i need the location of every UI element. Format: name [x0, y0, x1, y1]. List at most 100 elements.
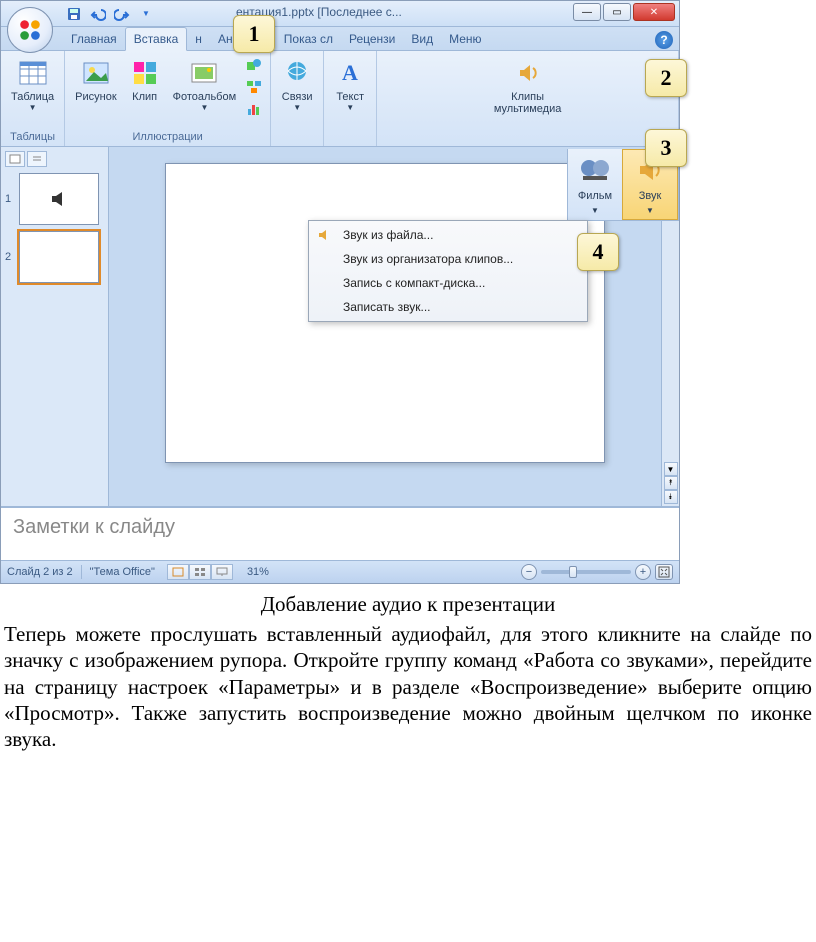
chevron-down-icon: ▼: [591, 206, 599, 215]
fit-to-window-button[interactable]: [655, 564, 673, 580]
clip-icon: [130, 58, 160, 88]
group-text-label: [330, 142, 370, 144]
photoalbum-button[interactable]: Фотоальбом ▼: [169, 55, 241, 114]
picture-button[interactable]: Рисунок: [71, 55, 121, 105]
slides-tab-icon: [9, 154, 21, 164]
group-illustrations-label: Иллюстрации: [71, 130, 264, 144]
status-theme: "Тема Office": [90, 566, 155, 578]
normal-view-icon: [172, 567, 184, 577]
clip-button[interactable]: Клип: [125, 55, 165, 105]
redo-icon: [114, 6, 130, 22]
titlebar: ▼ ентация1.pptx [Последнее с... — ▭ ✕: [1, 1, 679, 27]
slideshow-view-icon: [216, 567, 228, 577]
slide-thumbnails-pane: 1 2: [1, 147, 109, 506]
table-button[interactable]: Таблица ▼: [7, 55, 58, 114]
text-label: Текст: [336, 91, 364, 103]
tab-menu[interactable]: Меню: [441, 28, 489, 50]
zoom-in-button[interactable]: +: [635, 564, 651, 580]
film-button[interactable]: Фильм ▼: [568, 149, 622, 220]
tab-slideshow[interactable]: Показ сл: [276, 28, 341, 50]
zoom-out-button[interactable]: −: [521, 564, 537, 580]
thumb-tab-outline[interactable]: [27, 151, 47, 167]
office-button[interactable]: [7, 7, 53, 53]
callout-4: 4: [577, 233, 619, 271]
photoalbum-icon: [189, 58, 219, 88]
film-icon: [579, 154, 611, 186]
tab-review[interactable]: Рецензи: [341, 28, 403, 50]
dd-record-sound[interactable]: Записать звук...: [309, 295, 587, 319]
chevron-down-icon: ▼: [29, 103, 37, 112]
normal-view-button[interactable]: [167, 564, 189, 580]
save-icon: [66, 6, 82, 22]
tab-view[interactable]: Вид: [403, 28, 441, 50]
film-label: Фильм: [578, 190, 612, 202]
chevron-down-icon: ▼: [646, 206, 654, 215]
sorter-view-button[interactable]: [189, 564, 211, 580]
quick-access-toolbar: ▼: [63, 4, 157, 24]
thumb-2[interactable]: 2: [5, 231, 104, 283]
minimize-button[interactable]: —: [573, 3, 601, 21]
dd-sound-from-file[interactable]: Звук из файла...: [309, 223, 587, 247]
group-tables: Таблица ▼ Таблицы: [1, 51, 65, 146]
chart-button[interactable]: [244, 99, 264, 119]
photoalbum-label: Фотоальбом: [173, 91, 237, 103]
mediaclips-button[interactable]: Клипы мультимедиа: [490, 55, 566, 117]
callout-1: 1: [233, 15, 275, 53]
tab-hidden[interactable]: н: [187, 28, 210, 50]
thumb-tab-slides[interactable]: [5, 151, 25, 167]
smartart-icon: [246, 79, 262, 95]
tab-home[interactable]: Главная: [63, 28, 125, 50]
notes-pane[interactable]: Заметки к слайду: [1, 507, 679, 561]
fit-icon: [658, 566, 670, 578]
powerpoint-window: ▼ ентация1.pptx [Последнее с... — ▭ ✕ Гл…: [0, 0, 680, 584]
group-media: Клипы мультимедиа: [377, 51, 679, 146]
scroll-down-button[interactable]: ▼: [664, 462, 678, 476]
dd-sound-from-organizer[interactable]: Звук из организатора клипов...: [309, 247, 587, 271]
table-icon: [18, 58, 48, 88]
sound-label: Звук: [639, 190, 662, 202]
shapes-button[interactable]: [244, 55, 264, 75]
close-button[interactable]: ✕: [633, 3, 675, 21]
next-slide-button[interactable]: ⯯: [664, 490, 678, 504]
dd-record-from-cd[interactable]: Запись с компакт-диска...: [309, 271, 587, 295]
zoom-slider-thumb[interactable]: [569, 566, 577, 578]
group-links-label: [277, 142, 317, 144]
thumb-num: 1: [5, 193, 15, 205]
chevron-down-icon: ▼: [346, 103, 354, 112]
notes-placeholder: Заметки к слайду: [13, 516, 175, 538]
links-icon: [282, 58, 312, 88]
dd-item-label: Звук из файла...: [343, 228, 433, 242]
figure-caption: Добавление аудио к презентации: [0, 592, 816, 617]
group-illustrations: Рисунок Клип Фотоальбом ▼: [65, 51, 271, 146]
redo-button[interactable]: [111, 4, 133, 24]
status-slide: Слайд 2 из 2: [7, 566, 73, 578]
slideshow-view-button[interactable]: [211, 564, 233, 580]
smartart-button[interactable]: [244, 77, 264, 97]
status-bar: Слайд 2 из 2 "Тема Office" 31% − +: [1, 561, 679, 583]
help-button[interactable]: ?: [655, 31, 673, 49]
group-media-label: [383, 142, 672, 144]
picture-label: Рисунок: [75, 91, 117, 103]
group-links: Связи ▼: [271, 51, 324, 146]
maximize-button[interactable]: ▭: [603, 3, 631, 21]
tab-insert[interactable]: Вставка: [125, 27, 188, 51]
undo-button[interactable]: [87, 4, 109, 24]
save-button[interactable]: [63, 4, 85, 24]
group-tables-label: Таблицы: [7, 130, 58, 144]
zoom-percent: 31%: [247, 566, 269, 578]
undo-icon: [90, 6, 106, 22]
table-label: Таблица: [11, 91, 54, 103]
sound-dropdown: Звук из файла... Звук из организатора кл…: [308, 220, 588, 322]
prev-slide-button[interactable]: ⯭: [664, 476, 678, 490]
chevron-down-icon: ▼: [200, 103, 208, 112]
text-button[interactable]: A Текст ▼: [330, 55, 370, 114]
dd-item-label: Запись с компакт-диска...: [343, 276, 485, 290]
qat-dropdown[interactable]: ▼: [135, 4, 157, 24]
window-controls: — ▭ ✕: [573, 3, 675, 21]
office-logo-icon: [17, 17, 43, 43]
speaker-small-icon: [317, 228, 331, 242]
thumb-num: 2: [5, 251, 15, 263]
thumb-1[interactable]: 1: [5, 173, 104, 225]
links-button[interactable]: Связи ▼: [277, 55, 317, 114]
zoom-slider[interactable]: [541, 570, 631, 574]
